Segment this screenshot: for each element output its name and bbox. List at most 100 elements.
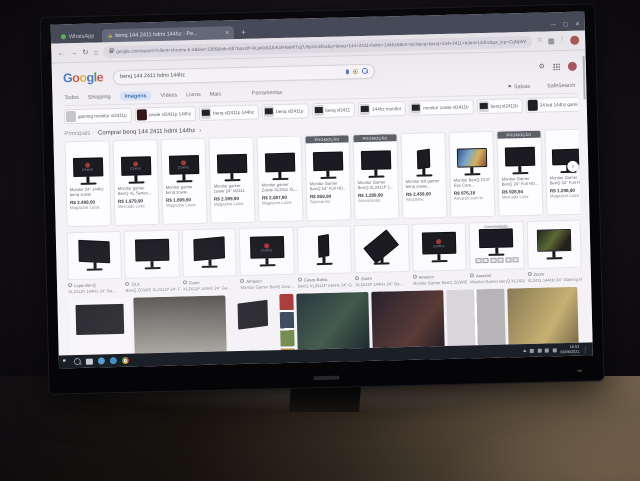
globe-icon	[68, 283, 72, 287]
new-tab-button[interactable]: +	[237, 29, 250, 39]
monitor-graphic: ZOWIE	[537, 229, 572, 252]
related-search-chip[interactable]: benq xl2411b	[476, 98, 523, 114]
taskbar-clock[interactable]: 16:53 03/06/2021	[560, 345, 579, 354]
image-result[interactable]: Conectividade ZOWIE	[469, 221, 525, 284]
tab-todos[interactable]: Todos	[64, 94, 79, 100]
page-scrollbar[interactable]	[583, 56, 586, 100]
settings-gear-icon[interactable]: ⚙	[538, 63, 544, 70]
product-card[interactable]: PROMOÇÃO ZOWIE Monitor Gamer BenQ	[496, 130, 543, 217]
monitor-graphic: ZOWIE	[364, 229, 400, 263]
product-seller: Submarino	[307, 198, 350, 205]
skype-icon[interactable]	[98, 357, 105, 364]
product-card[interactable]: PROMOÇÃO ZOWIE Monitor Gamer BenQ	[352, 133, 399, 220]
image-thumbnail[interactable]	[133, 295, 227, 355]
image-thumbnail[interactable]	[279, 293, 295, 355]
search-icon[interactable]	[362, 68, 368, 74]
related-search-chip[interactable]: zowie xl2411p 144hz	[134, 106, 196, 123]
product-seller: Magazine Luiza	[67, 204, 110, 211]
reload-button[interactable]: ↻	[82, 48, 88, 56]
image-result[interactable]: ZOWIE Amazon	[411, 222, 467, 285]
google-profile-avatar[interactable]	[568, 61, 577, 70]
chip-thumbnail	[411, 103, 421, 114]
back-button[interactable]: ←	[57, 49, 65, 57]
image-result[interactable]: ZOWIE Lojas BenQ	[67, 231, 123, 294]
tab-shopping[interactable]: Shopping	[88, 94, 111, 101]
product-card[interactable]: ZOWIE Monitor 24" 144hz benq zowie gamer…	[65, 140, 112, 227]
related-search-chip[interactable]: monitor zowie xl2411b	[409, 99, 474, 116]
carousel-title[interactable]: Comprar benq 144 2411 hdmi 144hz	[98, 128, 195, 136]
related-search-chip[interactable]: gaming monitor xl2411p	[64, 108, 132, 125]
product-card[interactable]: PROMOÇÃO ZOWIE Monitor Gamer BenQ	[304, 134, 351, 221]
chrome-icon[interactable]	[122, 357, 129, 364]
desk-highlight	[440, 411, 640, 481]
forward-button[interactable]: →	[70, 49, 78, 57]
extensions-icon[interactable]	[548, 38, 554, 44]
image-result[interactable]: ZOWIE Zoom	[182, 228, 238, 291]
monitor-graphic: ZOWIE	[422, 232, 457, 255]
tray-icon[interactable]	[538, 348, 542, 352]
related-search-chip[interactable]: benq xl2411p 144hz	[199, 105, 259, 121]
chip-label: 144hz monitor	[372, 106, 401, 112]
product-card[interactable]: ZOWIE Monitor gamer benq zowie xl2411...…	[160, 138, 207, 225]
tray-caret-icon[interactable]	[523, 349, 527, 352]
chip-thumbnail	[264, 106, 274, 117]
image-result[interactable]: ZOWIE Casas Bahia	[296, 225, 352, 288]
product-title: Monitor Gamer BenQ 24" Full HD...	[499, 176, 542, 188]
product-card[interactable]: ZOWIE Monitor BenQ 23,8" Eye Care... R$ …	[448, 131, 495, 218]
lens-icon[interactable]	[353, 69, 358, 74]
tab-mais[interactable]: Mais	[210, 91, 222, 97]
product-card[interactable]: ZOWIE Monitor gamer BenQ XL Series... R$…	[112, 139, 159, 226]
product-card[interactable]: ZOWIE Monitor gamer zowie 24" xl2411 led…	[208, 137, 255, 224]
monitor-graphic: ZOWIE	[216, 154, 246, 174]
file-explorer-icon[interactable]	[86, 358, 93, 364]
telegram-icon[interactable]	[110, 357, 117, 364]
result-image: ZOWIE	[67, 231, 123, 280]
window-minimize-button[interactable]: —	[550, 22, 556, 28]
image-thumbnail[interactable]	[228, 294, 278, 356]
browser-menu-icon[interactable]: ⋮	[559, 37, 566, 44]
home-button[interactable]: ⌂	[94, 48, 99, 56]
tray-icon[interactable]	[545, 348, 549, 352]
browser-profile-avatar[interactable]	[570, 36, 579, 45]
window-close-button[interactable]: ✕	[575, 22, 580, 28]
product-seller: Amazon.com.br	[451, 194, 494, 201]
google-logo[interactable]: Google	[63, 71, 103, 84]
tray-icon[interactable]	[553, 348, 557, 352]
search-input[interactable]: benq 144 2411 hdmi 144hz	[113, 63, 375, 84]
mic-icon[interactable]	[346, 69, 349, 74]
tab-videos[interactable]: Vídeos	[160, 92, 177, 98]
related-search-chip[interactable]: 144hz monitor	[358, 101, 406, 117]
bookmark-star-icon[interactable]: ☆	[537, 38, 543, 45]
image-result[interactable]: ZOWIE OLX	[124, 230, 180, 293]
image-result[interactable]: ZOWIE Zoom	[354, 224, 410, 287]
start-button-icon[interactable]	[63, 359, 69, 365]
product-card[interactable]: ZOWIE Monitor Gamer BenQ 24" Full HD R$ …	[544, 129, 580, 216]
image-thumbnail[interactable]	[68, 297, 132, 355]
taskbar-search-icon[interactable]	[74, 358, 81, 365]
globe-icon	[355, 276, 359, 280]
image-result[interactable]: ZOWIE Zoom	[526, 220, 582, 283]
product-title: Monitor Gamer BenQ 24" Full HD...	[307, 180, 350, 192]
saved-collections-button[interactable]: ⚑ Salvas	[507, 83, 530, 90]
product-card[interactable]: ZOWIE Monitor led gamer benq zowie... R$…	[400, 132, 447, 219]
google-apps-grid-icon[interactable]	[553, 63, 560, 70]
related-search-chip[interactable]: benq xl2411p	[262, 103, 309, 119]
tray-icon[interactable]	[530, 348, 534, 352]
related-search-chip[interactable]: 24 led 144hz gaming	[526, 96, 578, 113]
result-image: ZOWIE	[354, 224, 410, 273]
tab-close-icon[interactable]: ✕	[225, 30, 229, 36]
tab-whatsapp[interactable]: WhatsApp	[56, 29, 100, 43]
product-card[interactable]: ZOWIE Monitor gamer Zowie XL2411 XL... R…	[256, 135, 303, 222]
monitor-base-graphic	[416, 174, 432, 176]
notification-center-button[interactable]	[585, 345, 589, 353]
tools-button[interactable]: Ferramentas	[252, 89, 283, 96]
image-result[interactable]: ZOWIE Amazon	[239, 227, 295, 290]
chevron-right-icon[interactable]: ›	[199, 127, 201, 133]
tab-livros[interactable]: Livros	[186, 91, 201, 97]
related-search-chip[interactable]: benq xl2411	[311, 102, 355, 118]
window-maximize-button[interactable]: ▢	[563, 22, 568, 28]
result-title: Monitor Gamer BenQ XL2411...	[470, 278, 525, 284]
image-thumbnail[interactable]	[296, 291, 370, 355]
safesearch-button[interactable]: SafeSearch	[547, 82, 575, 89]
tab-imagens[interactable]: Imagens	[119, 91, 151, 101]
